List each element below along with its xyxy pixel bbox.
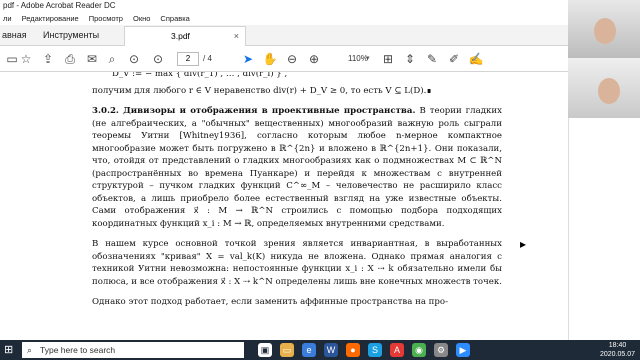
file-explorer-icon[interactable]: ▭ [280, 343, 294, 357]
next-page-icon[interactable]: ⊙ [150, 51, 166, 67]
document-view[interactable]: D_V := − max { div(r_1) , … , div(r_l) }… [0, 72, 568, 340]
search-placeholder: Type here to search [40, 345, 116, 355]
windows-start-icon[interactable]: ⊞ [4, 344, 16, 356]
print-icon[interactable]: ⎙ [62, 51, 78, 67]
zoom-level[interactable]: 110% [348, 52, 368, 66]
taskbar-search[interactable]: ⌕ Type here to search [22, 342, 244, 358]
menu-window[interactable]: Окно [133, 12, 150, 25]
bookmark-star-icon[interactable]: ☆ [18, 51, 34, 67]
paragraph: В теории гладких (не алгебраических, а "… [92, 106, 503, 229]
page-number-input[interactable]: 2 [177, 52, 199, 66]
page-total: / 4 [203, 54, 212, 63]
menu-file[interactable]: ли [3, 12, 12, 25]
skype-icon[interactable]: S [368, 343, 382, 357]
menu-bar: ли Редактирование Просмотр Окно Справка [0, 12, 568, 25]
app-icon[interactable]: ● [346, 343, 360, 357]
mouse-cursor-icon: ▸ [520, 237, 527, 251]
zoom-app-icon[interactable]: ▶ [456, 343, 470, 357]
upload-icon[interactable]: ⇪ [40, 51, 56, 67]
clock-time: 18:40 [608, 342, 627, 349]
system-clock[interactable]: 18:40 2020.05.07 [600, 341, 635, 359]
chrome-icon[interactable]: ◉ [412, 343, 426, 357]
sign-icon[interactable]: ✍ [468, 51, 484, 67]
menu-edit[interactable]: Редактирование [22, 12, 79, 25]
tab-document-label: 3.pdf [171, 31, 190, 41]
zoom-in-icon[interactable]: ⊕ [306, 51, 322, 67]
section-heading: 3.0.2. Дивизоры и отображения в проектив… [92, 106, 416, 116]
window-title: pdf - Adobe Acrobat Reader DC [0, 0, 568, 12]
settings-icon[interactable]: ⚙ [434, 343, 448, 357]
highlight-icon[interactable]: ✐ [446, 51, 462, 67]
word-icon[interactable]: W [324, 343, 338, 357]
clock-date: 2020.05.07 [600, 351, 636, 358]
paragraph: Однако этот подход работает, если замени… [92, 297, 448, 307]
scroll-mode-icon[interactable]: ⇕ [402, 51, 418, 67]
search-icon[interactable]: ⌕ [104, 51, 120, 67]
webcam-feed [568, 58, 640, 118]
paragraph: В нашем курсе основной точкой зрения явл… [92, 239, 502, 287]
task-view-icon[interactable]: ▣ [258, 343, 272, 357]
tab-tools[interactable]: Инструменты [43, 25, 99, 46]
comment-icon[interactable]: ✎ [424, 51, 440, 67]
zoom-dropdown-icon[interactable]: ▾ [366, 52, 370, 66]
toolbar: ▭ ☆ ⇪ ⎙ ✉ ⌕ ⊙ ⊙ 2 / 4 ➤ ✋ ⊖ ⊕ 110% ▾ ⊞ ⇕… [0, 46, 568, 72]
formula-line: D_V := − max { div(r_1) , … , div(r_l) }… [112, 72, 288, 79]
acrobat-window: pdf - Adobe Acrobat Reader DC ли Редакти… [0, 0, 640, 340]
previous-page-icon[interactable]: ⊙ [126, 51, 142, 67]
webcam-overlay [568, 0, 640, 118]
select-cursor-icon[interactable]: ➤ [240, 51, 256, 67]
acrobat-icon[interactable]: A [390, 343, 404, 357]
edge-icon[interactable]: e [302, 343, 316, 357]
webcam-feed [568, 0, 640, 58]
hand-tool-icon[interactable]: ✋ [262, 51, 278, 67]
close-icon[interactable]: × [234, 27, 239, 46]
pdf-page: D_V := − max { div(r_1) , … , div(r_l) }… [92, 72, 502, 309]
text-line: получим для любого r ∈ V неравенство div… [92, 85, 432, 96]
menu-view[interactable]: Просмотр [89, 12, 123, 25]
person-avatar [594, 18, 616, 44]
email-icon[interactable]: ✉ [84, 51, 100, 67]
tab-document[interactable]: 3.pdf × [124, 26, 246, 46]
zoom-out-icon[interactable]: ⊖ [284, 51, 300, 67]
menu-help[interactable]: Справка [160, 12, 189, 25]
person-avatar [598, 78, 620, 104]
tab-bar: авная Инструменты 3.pdf × [0, 25, 568, 46]
fit-page-icon[interactable]: ⊞ [380, 51, 396, 67]
tab-home[interactable]: авная [2, 25, 27, 46]
taskbar: ⊞ ⌕ Type here to search ▣ ▭ e W ● S A ◉ … [0, 340, 640, 360]
search-icon: ⌕ [27, 345, 33, 355]
